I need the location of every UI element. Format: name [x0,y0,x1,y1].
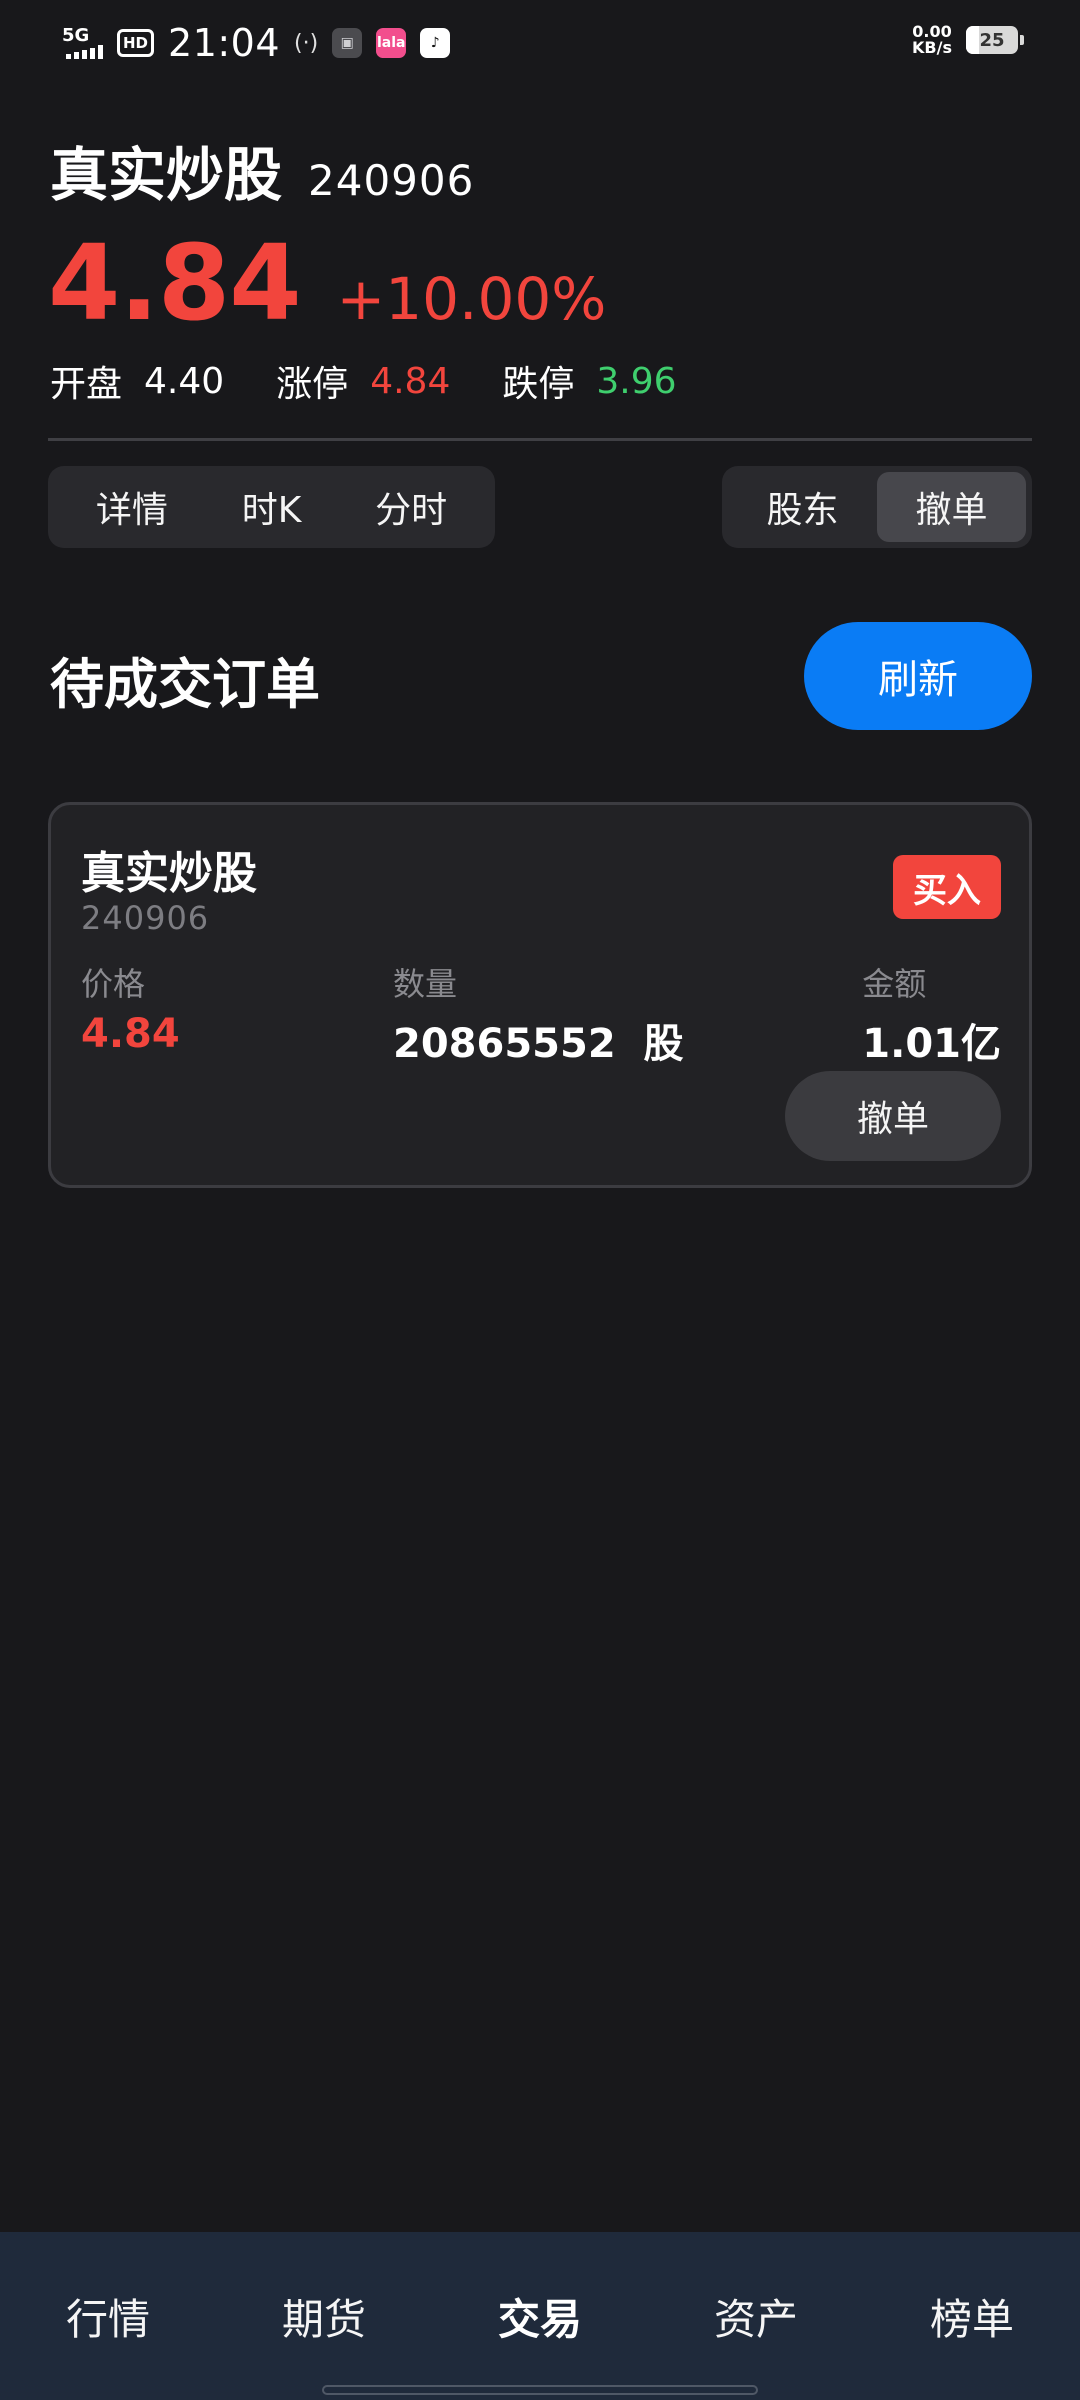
header-divider [48,438,1032,441]
home-indicator[interactable] [322,2385,758,2395]
stat-limit-down-label: 跌停 [502,364,575,405]
hd-icon: HD [117,29,155,57]
nav-trade[interactable]: 交易 [432,2232,648,2400]
bottom-nav: 行情 期货 交易 资产 榜单 [0,2232,1080,2400]
tab-kline[interactable]: 时K [202,481,342,533]
stock-name: 真实炒股 [50,141,283,209]
order-quantity-value: 20865552 股 [393,1021,684,1067]
hotspot-icon: (·) [294,30,319,56]
stat-open: 开盘 4.40 [50,355,224,407]
order-card: 真实炒股 240906 买入 价格 4.84 数量 20865552 股 金额 … [48,802,1032,1188]
stat-limit-up-label: 涨停 [276,364,349,405]
stat-limit-down-value: 3.96 [596,360,677,402]
cancel-order-button[interactable]: 撤单 [785,1071,1001,1161]
tiktok-icon: ♪ [420,28,451,58]
tab-cancel-orders[interactable]: 撤单 [877,472,1026,542]
stat-open-label: 开盘 [50,364,123,405]
order-quantity-label: 数量 [393,965,458,1003]
stock-header: 真实炒股 240906 [50,128,474,212]
stat-limit-up: 涨停 4.84 [276,355,450,407]
order-amount: 金额 1.01亿 [862,959,1001,1069]
pending-orders-title: 待成交订单 [50,653,320,716]
stat-open-value: 4.40 [144,360,225,402]
order-side-badge: 买入 [893,855,1001,919]
tab-intraday[interactable]: 分时 [341,481,481,533]
stock-code: 240906 [308,156,475,205]
battery-level: 25 [979,29,1005,51]
clock: 21:04 [168,21,281,65]
nav-futures[interactable]: 期货 [216,2232,432,2400]
tab-details[interactable]: 详情 [62,481,202,533]
nav-market[interactable]: 行情 [0,2232,216,2400]
price-row: 4.84 +10.00% [48,222,606,344]
order-price-label: 价格 [81,965,146,1003]
refresh-button[interactable]: 刷新 [804,622,1032,730]
order-stock-code: 240906 [81,899,210,937]
price-change: +10.00% [336,265,607,333]
nav-rankings[interactable]: 榜单 [864,2232,1080,2400]
nav-assets[interactable]: 资产 [648,2232,864,2400]
battery-icon: 25 [966,26,1024,54]
order-stock-name: 真实炒股 [81,848,257,899]
order-quantity: 数量 20865552 股 [393,959,684,1069]
price-stats: 开盘 4.40 涨停 4.84 跌停 3.96 [50,355,729,407]
order-amount-value: 1.01亿 [862,1021,1001,1067]
signal-icon: 5G [62,27,103,59]
current-price: 4.84 [48,222,302,344]
app-notification-icon: ▣ [332,28,363,58]
trading-page: 5G HD 21:04 (·) ▣ lala ♪ 0.00 KB/s 25 真实… [0,0,1080,2400]
action-tabs: 股东 撤单 [722,466,1032,548]
order-price: 价格 4.84 [81,959,180,1057]
status-left: 5G HD 21:04 (·) ▣ lala ♪ [62,20,451,66]
order-price-value: 4.84 [81,1011,180,1057]
status-bar: 5G HD 21:04 (·) ▣ lala ♪ 0.00 KB/s 25 [0,0,1080,86]
network-type: 5G [62,25,90,46]
status-right: 0.00 KB/s 25 [912,24,1024,56]
net-speed-unit: KB/s [912,38,952,57]
net-speed: 0.00 KB/s [912,24,952,56]
lala-app-icon: lala [376,28,407,58]
view-tabs: 详情 时K 分时 [48,466,495,548]
signal-bars [66,45,103,59]
stat-limit-down: 跌停 3.96 [502,355,676,407]
tab-shareholders[interactable]: 股东 [728,472,877,542]
order-amount-label: 金额 [862,965,927,1003]
stat-limit-up-value: 4.84 [370,360,451,402]
